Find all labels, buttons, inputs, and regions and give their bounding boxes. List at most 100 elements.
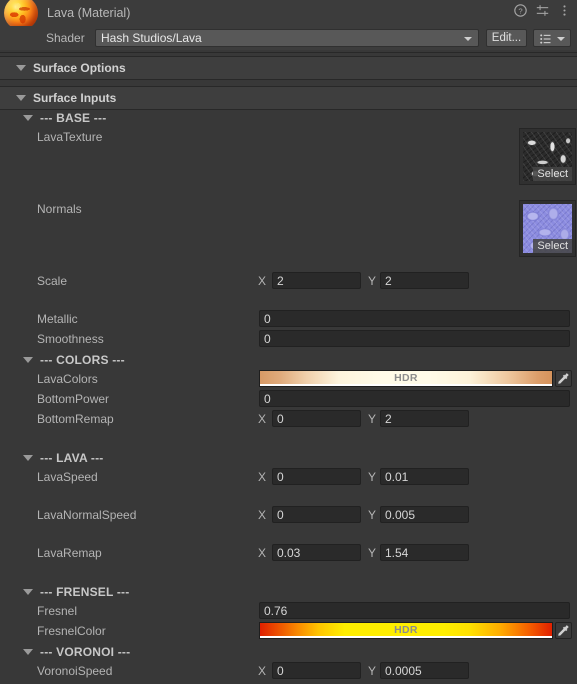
- lava-normal-speed-x-input[interactable]: 0: [272, 506, 361, 523]
- label-normals: Normals: [37, 202, 82, 216]
- label-smoothness: Smoothness: [37, 332, 104, 346]
- shader-dropdown[interactable]: Hash Studios/Lava: [95, 29, 479, 47]
- metallic-input[interactable]: 0: [259, 310, 570, 327]
- bottom-remap-y-input[interactable]: 2: [380, 410, 469, 427]
- label-fresnel-color: FresnelColor: [37, 624, 106, 638]
- lava-remap-y-input[interactable]: 1.54: [380, 544, 469, 561]
- chevron-down-icon: [464, 37, 472, 41]
- group-header-frensel[interactable]: --- FRENSEL ---: [0, 582, 577, 601]
- label-bottom-remap: BottomRemap: [37, 412, 114, 426]
- lava-normal-speed-y-axis-label: Y: [368, 508, 377, 522]
- voronoi-speed-x-axis-label: X: [258, 664, 267, 678]
- page-title: Lava (Material): [47, 6, 131, 20]
- smoothness-input[interactable]: 0: [259, 330, 570, 347]
- lava-remap-y-value: 1.54: [385, 545, 409, 560]
- scale-y-input[interactable]: 2: [380, 272, 469, 289]
- group-label: --- COLORS ---: [40, 352, 125, 367]
- lava-speed-x-value: 0: [277, 469, 284, 484]
- lava-colors-gradient: [260, 371, 552, 384]
- bottom-power-value: 0: [264, 391, 271, 406]
- select-texture-button[interactable]: Select: [533, 239, 572, 253]
- voronoi-speed-y-axis-label: Y: [368, 664, 377, 678]
- texture-slot-lava-texture[interactable]: Select: [519, 128, 576, 185]
- group-header-voronoi[interactable]: --- VORONOI ---: [0, 642, 577, 661]
- texture-slot-normals[interactable]: Select: [519, 200, 576, 257]
- bottom-remap-y-value: 2: [385, 411, 392, 426]
- bottom-remap-x-value: 0: [277, 411, 284, 426]
- divider: [0, 86, 577, 87]
- shader-dropdown-value: Hash Studios/Lava: [101, 31, 202, 45]
- label-lava-remap: LavaRemap: [37, 546, 102, 560]
- voronoi-speed-y-value: 0.0005: [385, 663, 422, 678]
- lava-normal-speed-x-value: 0: [277, 507, 284, 522]
- group-header-lava[interactable]: --- LAVA ---: [0, 448, 577, 467]
- lava-speed-y-value: 0.01: [385, 469, 409, 484]
- normal-map-thumbnail: Select: [523, 204, 572, 253]
- lava-speed-y-axis-label: Y: [368, 470, 377, 484]
- foldout-triangle-icon: [23, 588, 33, 595]
- foldout-triangle-icon: [23, 114, 33, 121]
- lava-remap-x-input[interactable]: 0.03: [272, 544, 361, 561]
- select-texture-button[interactable]: Select: [533, 167, 572, 181]
- scale-y-axis-label: Y: [368, 274, 377, 288]
- lava-texture-thumbnail: Select: [523, 132, 572, 181]
- lava-colors-eyedropper-icon[interactable]: [555, 370, 572, 387]
- lava-colors-alpha-bar: [260, 384, 552, 386]
- titlebar: Lava (Material) ?: [0, 0, 577, 30]
- group-header-base[interactable]: --- BASE ---: [0, 108, 577, 127]
- divider: [0, 52, 577, 53]
- group-header-colors[interactable]: --- COLORS ---: [0, 350, 577, 369]
- shader-row: Shader Hash Studios/Lava Edit...: [0, 26, 577, 50]
- lava-colors-swatch[interactable]: HDR: [259, 370, 553, 387]
- label-fresnel: Fresnel: [37, 604, 78, 618]
- metallic-value: 0: [264, 311, 271, 326]
- scale-x-axis-label: X: [258, 274, 267, 288]
- lava-normal-speed-y-value: 0.005: [385, 507, 416, 522]
- fresnel-input[interactable]: 0.76: [259, 602, 570, 619]
- foldout-triangle-icon: [16, 95, 26, 101]
- bottom-remap-y-axis-label: Y: [368, 412, 377, 426]
- lava-speed-x-input[interactable]: 0: [272, 468, 361, 485]
- label-metallic: Metallic: [37, 312, 78, 326]
- fresnel-value: 0.76: [264, 603, 288, 618]
- fresnel-color-gradient: [260, 623, 552, 636]
- divider: [0, 56, 577, 57]
- lava-normal-speed-x-axis-label: X: [258, 508, 267, 522]
- lava-speed-y-input[interactable]: 0.01: [380, 468, 469, 485]
- edit-shader-button[interactable]: Edit...: [486, 29, 527, 47]
- label-lava-normal-speed: LavaNormalSpeed: [37, 508, 137, 522]
- lava-remap-x-axis-label: X: [258, 546, 267, 560]
- voronoi-speed-x-input[interactable]: 0: [272, 662, 361, 679]
- section-header-surface-inputs[interactable]: Surface Inputs: [0, 87, 577, 109]
- label-lava-colors: LavaColors: [37, 372, 98, 386]
- smoothness-value: 0: [264, 331, 271, 346]
- label-lava-texture: LavaTexture: [37, 130, 103, 144]
- bottom-remap-x-input[interactable]: 0: [272, 410, 361, 427]
- material-inspector: Lava (Material) ? Shader Hash Studios/La…: [0, 0, 577, 684]
- fresnel-color-swatch[interactable]: HDR: [259, 622, 553, 639]
- fresnel-color-alpha-bar: [260, 636, 552, 638]
- label-scale: Scale: [37, 274, 68, 288]
- group-label: --- FRENSEL ---: [40, 584, 130, 599]
- bottom-power-input[interactable]: 0: [259, 390, 570, 407]
- label-bottom-power: BottomPower: [37, 392, 110, 406]
- lava-remap-x-value: 0.03: [277, 545, 301, 560]
- svg-text:?: ?: [518, 6, 522, 15]
- label-voronoi-speed: VoronoiSpeed: [37, 664, 113, 678]
- lava-normal-speed-y-input[interactable]: 0.005: [380, 506, 469, 523]
- voronoi-speed-y-input[interactable]: 0.0005: [380, 662, 469, 679]
- more-menu-icon[interactable]: [558, 4, 571, 17]
- foldout-triangle-icon: [23, 356, 33, 363]
- section-label: Surface Inputs: [33, 91, 117, 105]
- fresnel-color-eyedropper-icon[interactable]: [555, 622, 572, 639]
- help-icon[interactable]: ?: [514, 4, 527, 17]
- bottom-remap-x-axis-label: X: [258, 412, 267, 426]
- lava-remap-y-axis-label: Y: [368, 546, 377, 560]
- preset-icon[interactable]: [536, 4, 549, 17]
- foldout-triangle-icon: [23, 454, 33, 461]
- list-icon: [540, 34, 551, 44]
- foldout-triangle-icon: [16, 65, 26, 71]
- section-header-surface-options[interactable]: Surface Options: [0, 57, 577, 79]
- shader-preset-button[interactable]: [533, 29, 571, 47]
- scale-x-input[interactable]: 2: [272, 272, 361, 289]
